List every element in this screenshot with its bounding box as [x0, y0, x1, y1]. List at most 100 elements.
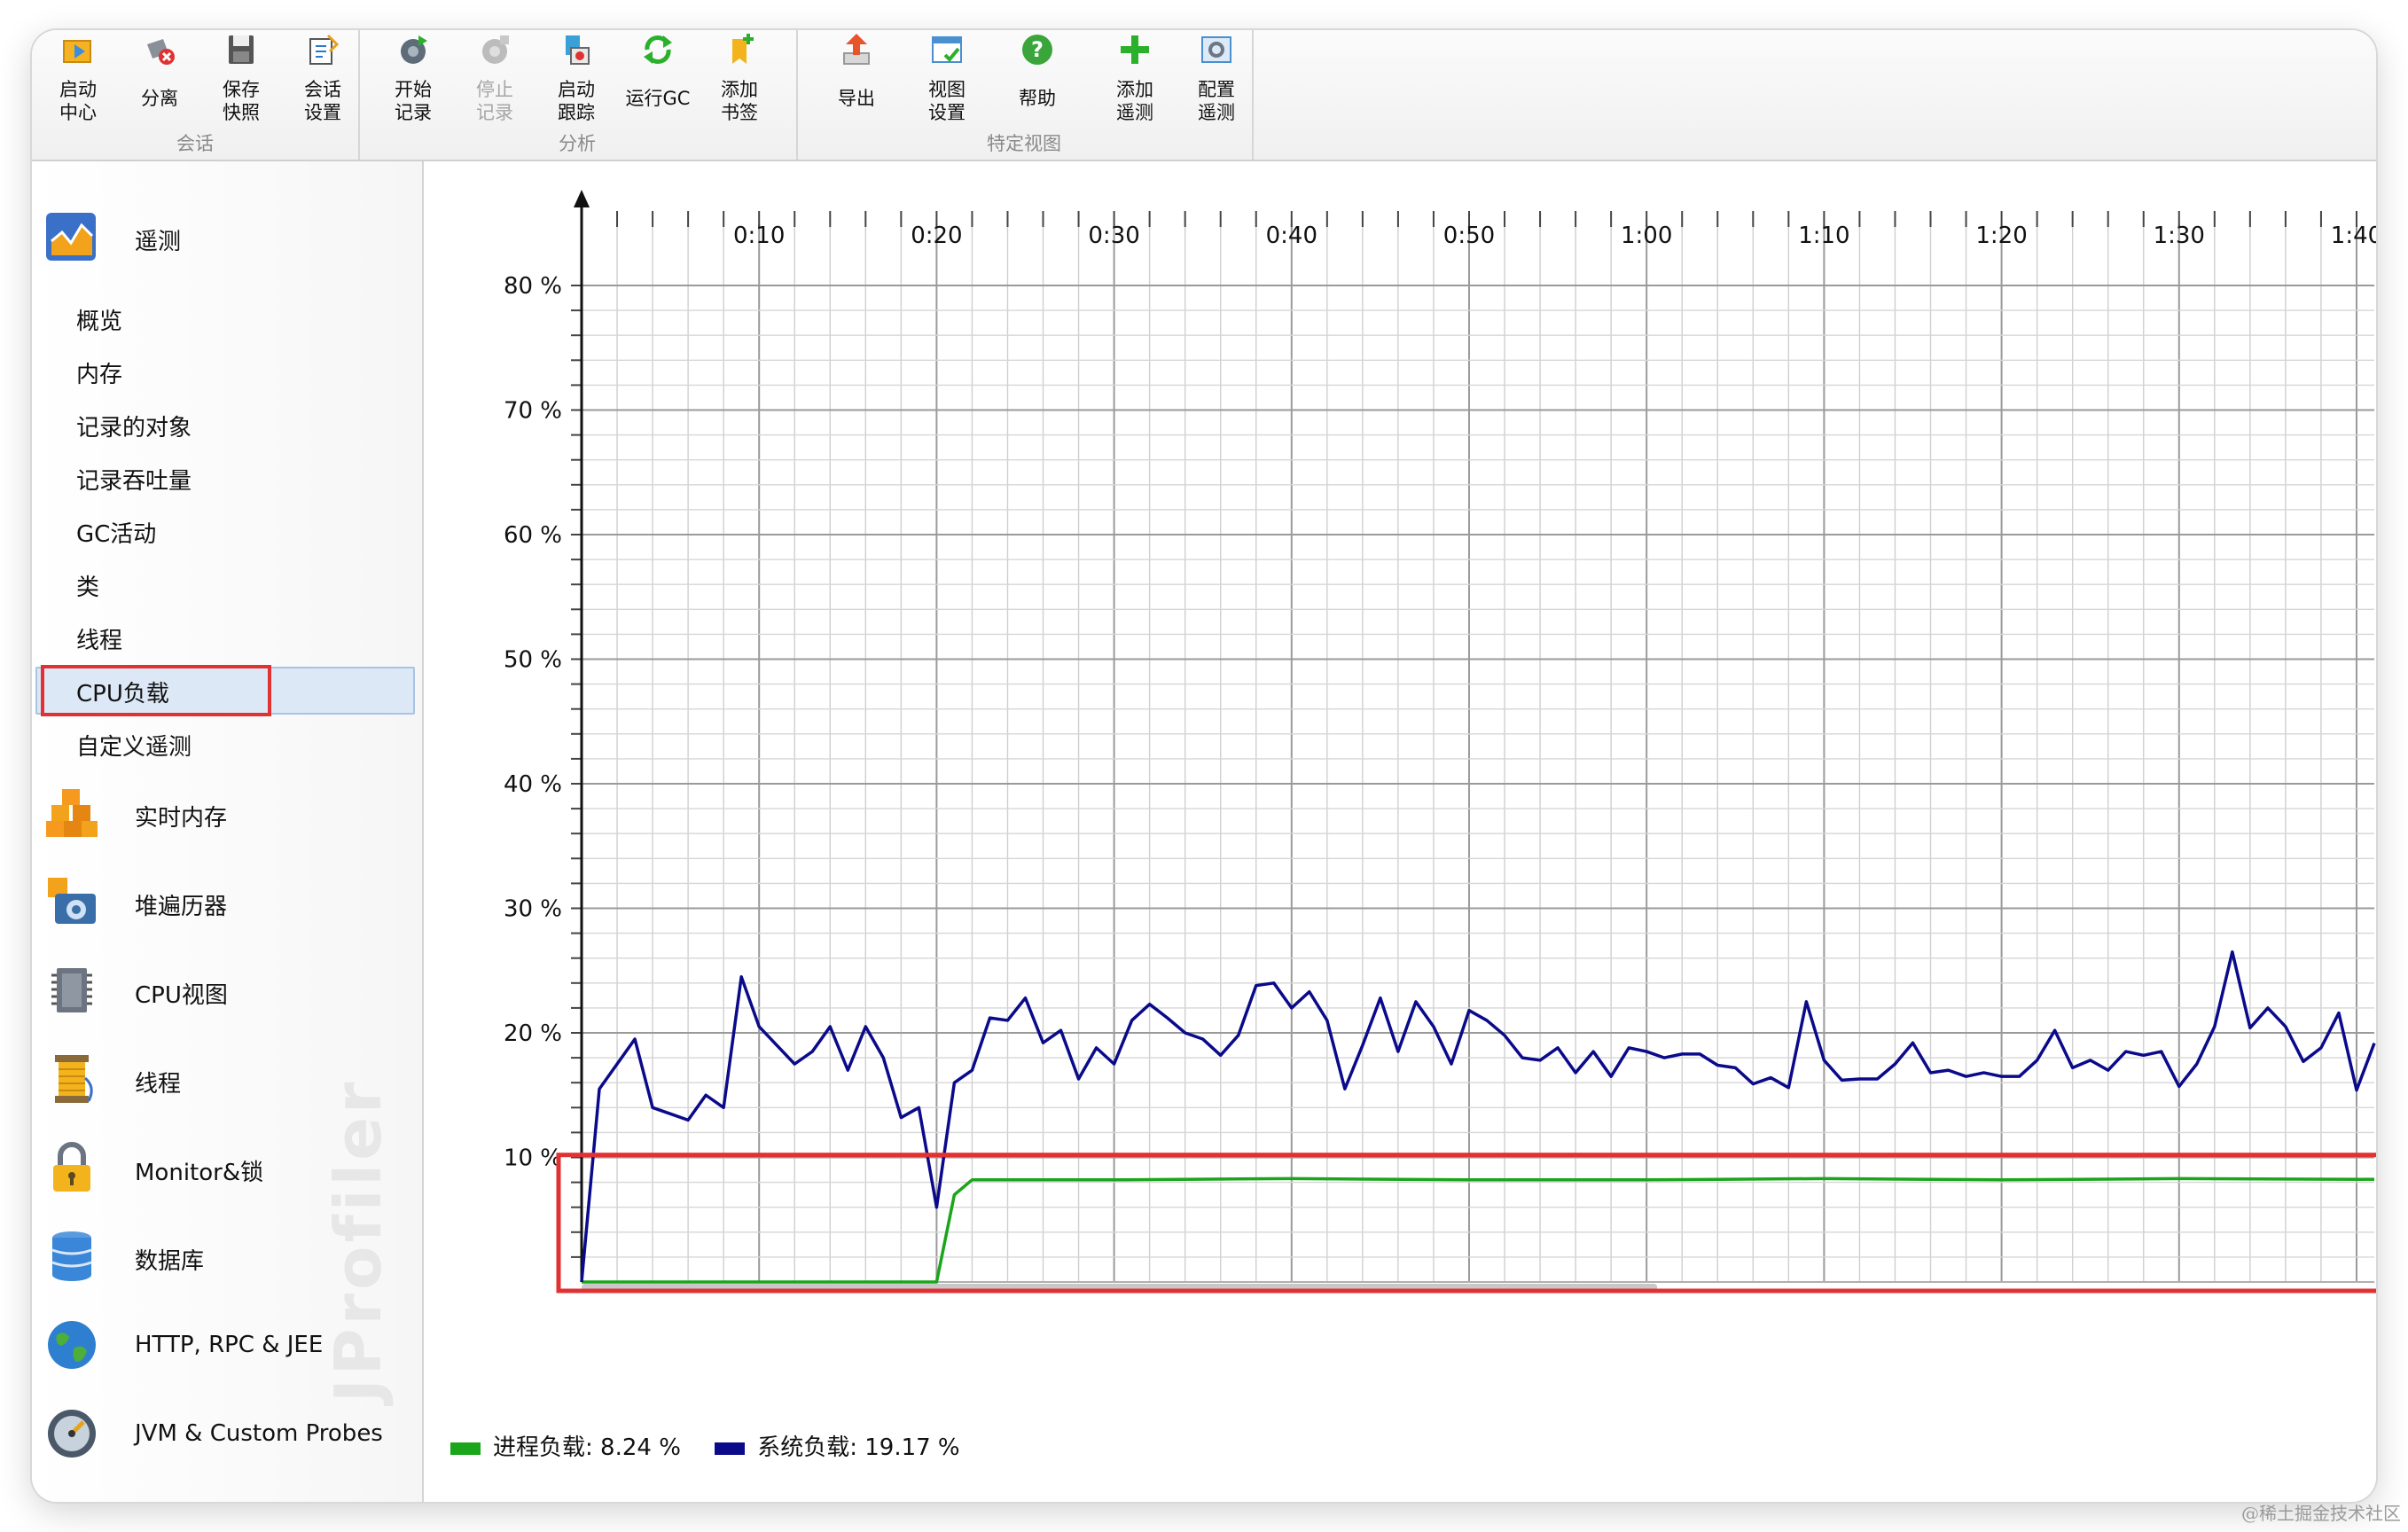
sidebar-section-label: HTTP, RPC & JEE: [135, 1332, 324, 1358]
heap-walker-icon: [48, 878, 96, 924]
y-axis-arrow: [574, 190, 590, 207]
highlight-box-cpu-load: [41, 665, 271, 716]
configure-telemetry-button[interactable]: 配置 遥测: [1176, 30, 1257, 129]
legend-item-process-load: 进程负载: 8.24 %: [450, 1429, 681, 1462]
save-snapshot-button[interactable]: 保存 快照: [200, 30, 282, 129]
sidebar-section-telemetry[interactable]: 遥测: [44, 200, 417, 271]
help-button[interactable]: ? 帮助: [997, 30, 1078, 129]
highlight-box-process-load: [556, 1153, 2376, 1294]
legend-label-system-load: 系统负载: [757, 1434, 850, 1461]
x-tick-label: 1:10: [1798, 223, 1849, 249]
add-telemetry-label: 添加 遥测: [1116, 79, 1153, 123]
sidebar-item-threads[interactable]: 线程: [76, 622, 122, 655]
group-title-view-specific: 特定视图: [987, 133, 1061, 154]
sidebar-item-classes[interactable]: 类: [76, 569, 99, 602]
start-tracking-label: 启动 跟踪: [558, 79, 595, 123]
x-tick-label: 1:40: [2331, 223, 2376, 249]
sidebar-item-overview[interactable]: 概览: [76, 303, 122, 336]
cpu-views-icon: [51, 968, 92, 1012]
toolbar-group-view-specific: 导出 视图 设置 ? 帮助 添加 遥测 配置 遥测 特定视图: [796, 30, 1254, 160]
http-globe-icon: [48, 1321, 96, 1369]
start-recording-label: 开始 记录: [395, 79, 432, 123]
help-label: 帮助: [1019, 88, 1056, 109]
cpu-load-chart-svg: 0:10 0:20 0:30 0:40 0:50 1:00 1:10 1:20 1:30 1:40…: [504, 190, 2376, 1294]
x-tick-label: 0:40: [1266, 223, 1317, 249]
run-gc-label: 运行GC: [625, 88, 691, 109]
session-settings-button[interactable]: 会话 设置: [282, 30, 364, 129]
chart-grid: [582, 223, 2374, 1282]
series-line-process-load: [582, 1176, 2375, 1284]
sidebar-section-label: 线程: [135, 1071, 182, 1098]
export-icon: [843, 34, 870, 65]
y-tick-label: 20 %: [504, 1020, 562, 1047]
stop-recording-button[interactable]: 停止 记录: [454, 30, 536, 129]
detach-label: 分离: [141, 88, 178, 109]
sidebar-section-http-rpc-jee[interactable]: HTTP, RPC & JEE: [44, 1309, 417, 1380]
live-memory-icon: [46, 789, 98, 837]
sidebar-section-label: 数据库: [135, 1248, 205, 1275]
sidebar-item-recorded-throughput[interactable]: 记录吞吐量: [76, 463, 192, 496]
view-settings-icon: [932, 36, 962, 63]
start-center-button[interactable]: 启动 中心: [37, 30, 119, 129]
stop-recording-label: 停止 记录: [476, 79, 513, 123]
sidebar-section-label: CPU视图: [135, 982, 228, 1009]
run-gc-button[interactable]: 运行GC: [617, 30, 699, 129]
session-settings-icon: [309, 34, 340, 65]
sidebar-section-heap-walker[interactable]: 堆遍历器: [44, 865, 417, 936]
svg-text:?: ?: [1031, 37, 1044, 62]
sidebar-section-label: 堆遍历器: [135, 894, 228, 920]
y-tick-label: 70 %: [504, 398, 562, 425]
view-settings-button[interactable]: 视图 设置: [906, 30, 988, 129]
start-tracking-button[interactable]: 启动 跟踪: [536, 30, 617, 129]
detach-button[interactable]: 分离: [119, 30, 200, 129]
save-snapshot-icon: [229, 35, 254, 64]
sidebar-section-label: Monitor&锁: [135, 1160, 264, 1186]
sidebar-section-databases[interactable]: 数据库: [44, 1220, 417, 1291]
sidebar-item-gc-activity[interactable]: GC活动: [76, 516, 156, 549]
sidebar-section-label: 遥测: [135, 229, 182, 255]
add-telemetry-button[interactable]: 添加 遥测: [1094, 30, 1176, 129]
start-center-icon: [63, 40, 91, 63]
y-tick-label: 80 %: [504, 273, 562, 300]
start-center-label: 启动 中心: [59, 79, 97, 123]
stop-recording-icon: [482, 35, 509, 64]
export-button[interactable]: 导出: [816, 30, 897, 129]
jprofiler-window: 启动 中心 分离 保存 快照 会话 设置 会话 开始 记录 停止 记录 启动 跟…: [32, 30, 2376, 1502]
x-tick-label: 1:30: [2154, 223, 2205, 249]
telemetry-icon: [46, 213, 96, 261]
sidebar-section-jvm-custom-probes[interactable]: JVM & Custom Probes: [44, 1397, 417, 1468]
add-telemetry-icon: [1121, 35, 1149, 64]
start-tracking-icon: [566, 35, 590, 65]
view-settings-label: 视图 设置: [928, 79, 966, 123]
sidebar: JProfiler 遥测 概览 内存 记录的对象 记录吞吐量 GC活动 类 线程…: [32, 161, 424, 1502]
sidebar-item-custom-telemetry[interactable]: 自定义遥测: [76, 729, 192, 762]
help-icon: ?: [1022, 35, 1052, 65]
legend-swatch-system-load: [715, 1442, 746, 1455]
sidebar-section-cpu-views[interactable]: CPU视图: [44, 954, 417, 1025]
sidebar-section-threads[interactable]: 线程: [44, 1043, 417, 1114]
y-tick-label: 50 %: [504, 647, 562, 674]
start-recording-icon: [401, 35, 427, 64]
legend-value-system-load: 19.17 %: [864, 1434, 960, 1461]
detach-icon: [147, 39, 175, 65]
group-title-session: 会话: [176, 133, 214, 154]
sidebar-section-monitors-locks[interactable]: Monitor&锁: [44, 1131, 417, 1202]
start-recording-button[interactable]: 开始 记录: [372, 30, 454, 129]
jvm-probe-icon: [48, 1410, 96, 1458]
y-tick-label: 30 %: [504, 896, 562, 923]
cpu-load-chart: 0:10 0:20 0:30 0:40 0:50 1:00 1:10 1:20 1:30 1:40…: [424, 161, 2376, 1502]
legend-label-process-load: 进程负载: [493, 1434, 586, 1461]
group-title-analysis: 分析: [559, 133, 596, 154]
sidebar-section-label: 实时内存: [135, 805, 228, 832]
add-bookmark-label: 添加 书签: [721, 79, 758, 123]
legend-value-process-load: 8.24 %: [600, 1434, 681, 1461]
add-bookmark-icon: [732, 34, 754, 64]
toolbar-group-session: 启动 中心 分离 保存 快照 会话 设置 会话: [32, 30, 360, 160]
sidebar-item-recorded-objects[interactable]: 记录的对象: [76, 410, 192, 442]
sidebar-item-memory[interactable]: 内存: [76, 356, 122, 389]
sidebar-section-live-memory[interactable]: 实时内存: [44, 777, 417, 848]
legend-item-system-load: 系统负载: 19.17 %: [715, 1429, 960, 1462]
legend-swatch-process-load: [450, 1442, 481, 1455]
add-bookmark-button[interactable]: 添加 书签: [699, 30, 780, 129]
sidebar-section-label: JVM & Custom Probes: [135, 1420, 383, 1447]
